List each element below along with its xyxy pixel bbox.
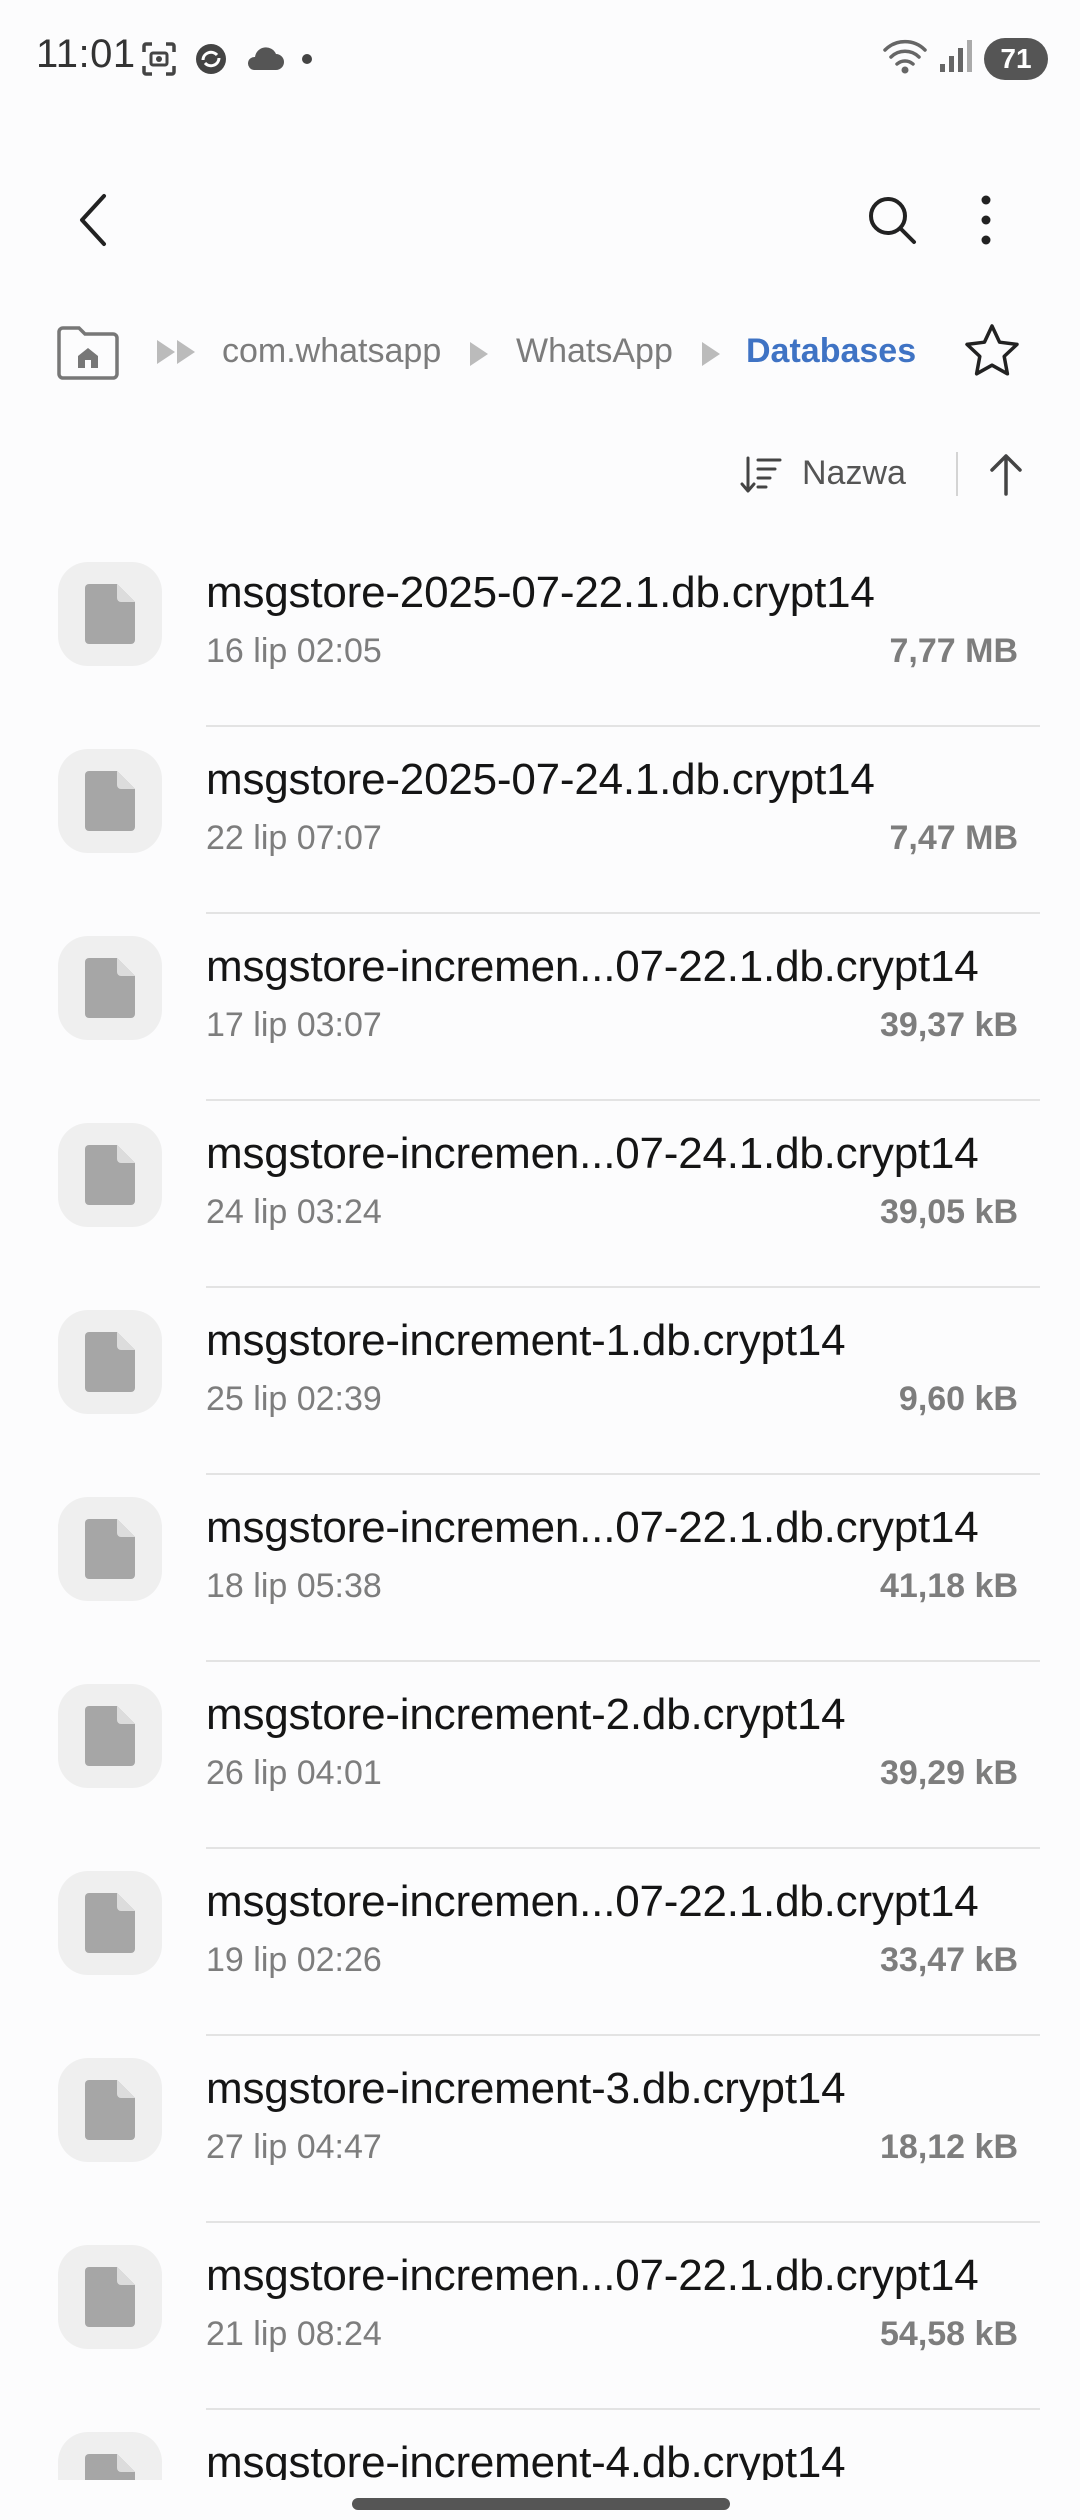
file-icon xyxy=(85,771,135,831)
file-icon xyxy=(85,1519,135,1579)
file-date: 18 lip 05:38 xyxy=(206,1567,382,1605)
file-thumbnail[interactable] xyxy=(58,1871,162,1975)
signal-icon xyxy=(938,38,974,79)
file-size: 9,60 kB xyxy=(898,1380,1018,1418)
file-name: msgstore-incremen...07-22.1.db.crypt14 xyxy=(206,1503,979,1552)
file-size: 7,47 MB xyxy=(889,819,1019,857)
file-date: 26 lip 04:01 xyxy=(206,1754,382,1792)
app-bar xyxy=(0,170,1080,270)
file-name: msgstore-increment-1.db.crypt14 xyxy=(206,1316,846,1365)
file-row[interactable]: msgstore-incremen...07-24.1.db.crypt14 24… xyxy=(0,1101,1080,1288)
breadcrumb-separator-icon xyxy=(700,340,722,373)
file-icon xyxy=(85,1145,135,1205)
more-options-button[interactable] xyxy=(946,180,1026,260)
file-name: msgstore-increment-2.db.crypt14 xyxy=(206,1690,846,1739)
file-name: msgstore-2025-07-24.1.db.crypt14 xyxy=(206,755,875,804)
back-button[interactable] xyxy=(54,180,134,260)
file-name: msgstore-2025-07-22.1.db.crypt14 xyxy=(206,568,875,617)
file-name: msgstore-incremen...07-22.1.db.crypt14 xyxy=(206,942,979,991)
star-icon xyxy=(965,324,1019,376)
home-indicator[interactable] xyxy=(352,2498,730,2510)
file-thumbnail[interactable] xyxy=(58,2058,162,2162)
breadcrumb-item-com-whatsapp[interactable]: com.whatsapp xyxy=(222,332,441,371)
breadcrumb-item-databases[interactable]: Databases xyxy=(746,332,916,371)
favorite-button[interactable] xyxy=(960,320,1024,384)
sync-icon xyxy=(192,40,230,78)
file-date: 17 lip 03:07 xyxy=(206,1006,382,1044)
arrow-up-icon xyxy=(990,454,1022,496)
file-icon xyxy=(85,958,135,1018)
file-row[interactable]: msgstore-increment-1.db.crypt14 25 lip 02… xyxy=(0,1288,1080,1475)
status-bar: 11:01 71 xyxy=(0,0,1080,120)
file-size: 54,58 kB xyxy=(880,2315,1018,2353)
sort-divider xyxy=(956,452,958,496)
file-icon xyxy=(85,584,135,644)
notification-icons xyxy=(140,40,314,78)
dot-icon xyxy=(300,52,314,66)
sort-icon xyxy=(740,456,782,493)
breadcrumb: com.whatsapp WhatsApp Databases xyxy=(0,310,1080,400)
file-icon xyxy=(85,1706,135,1766)
more-vert-icon xyxy=(981,195,991,245)
file-size: 39,37 kB xyxy=(880,1006,1018,1044)
file-icon xyxy=(85,2267,135,2327)
file-date: 21 lip 08:24 xyxy=(206,2315,382,2353)
file-row[interactable]: msgstore-incremen...07-22.1.db.crypt14 17… xyxy=(0,914,1080,1101)
system-icons: 71 xyxy=(882,36,1048,81)
file-list: msgstore-2025-07-22.1.db.crypt14 16 lip 0… xyxy=(0,540,1080,2520)
file-row[interactable]: msgstore-increment-3.db.crypt14 27 lip 04… xyxy=(0,2036,1080,2223)
file-row[interactable]: msgstore-2025-07-24.1.db.crypt14 22 lip 0… xyxy=(0,727,1080,914)
wifi-icon xyxy=(882,36,928,81)
file-size: 39,05 kB xyxy=(880,1193,1018,1231)
breadcrumb-item-whatsapp[interactable]: WhatsApp xyxy=(516,332,673,371)
cloud-icon xyxy=(244,44,286,74)
file-thumbnail[interactable] xyxy=(58,562,162,666)
file-date: 25 lip 02:39 xyxy=(206,1380,382,1418)
home-folder-icon xyxy=(57,326,119,380)
file-row[interactable]: msgstore-incremen...07-22.1.db.crypt14 19… xyxy=(0,1849,1080,2036)
search-icon xyxy=(869,197,916,244)
sort-bar: Nazwa xyxy=(0,440,1080,510)
file-thumbnail[interactable] xyxy=(58,2245,162,2349)
file-size: 39,29 kB xyxy=(880,1754,1018,1792)
file-date: 22 lip 07:07 xyxy=(206,819,382,857)
file-thumbnail[interactable] xyxy=(58,1684,162,1788)
sort-button[interactable] xyxy=(738,452,784,503)
file-date: 24 lip 03:24 xyxy=(206,1193,382,1231)
breadcrumb-home[interactable] xyxy=(54,322,122,382)
file-thumbnail[interactable] xyxy=(58,1123,162,1227)
file-name: msgstore-incremen...07-24.1.db.crypt14 xyxy=(206,1129,979,1178)
sort-direction-button[interactable] xyxy=(984,448,1028,505)
file-row[interactable]: msgstore-increment-2.db.crypt14 26 lip 04… xyxy=(0,1662,1080,1849)
file-thumbnail[interactable] xyxy=(58,936,162,1040)
file-size: 41,18 kB xyxy=(880,1567,1018,1605)
file-name: msgstore-incremen...07-22.1.db.crypt14 xyxy=(206,2251,979,2300)
search-button[interactable] xyxy=(852,180,932,260)
file-name: msgstore-incremen...07-22.1.db.crypt14 xyxy=(206,1877,979,1926)
breadcrumb-separator-icon xyxy=(468,340,490,373)
file-size: 7,77 MB xyxy=(889,632,1019,670)
file-icon xyxy=(85,1332,135,1392)
file-date: 19 lip 02:26 xyxy=(206,1941,382,1979)
collapsed-path-icon[interactable] xyxy=(155,338,199,371)
file-row[interactable]: msgstore-incremen...07-22.1.db.crypt14 21… xyxy=(0,2223,1080,2410)
sort-label[interactable]: Nazwa xyxy=(802,454,906,493)
file-size: 33,47 kB xyxy=(880,1941,1018,1979)
file-name: msgstore-increment-3.db.crypt14 xyxy=(206,2064,846,2113)
file-size: 18,12 kB xyxy=(880,2128,1018,2166)
file-row[interactable]: msgstore-incremen...07-22.1.db.crypt14 18… xyxy=(0,1475,1080,1662)
file-icon xyxy=(85,2080,135,2140)
chevron-left-icon xyxy=(80,194,106,246)
battery-indicator: 71 xyxy=(984,37,1048,80)
file-thumbnail[interactable] xyxy=(58,749,162,853)
file-thumbnail[interactable] xyxy=(58,1497,162,1601)
file-date: 16 lip 02:05 xyxy=(206,632,382,670)
screenshot-icon xyxy=(140,40,178,78)
file-date: 27 lip 04:47 xyxy=(206,2128,382,2166)
status-time: 11:01 xyxy=(36,32,136,76)
file-thumbnail[interactable] xyxy=(58,1310,162,1414)
file-row[interactable]: msgstore-2025-07-22.1.db.crypt14 16 lip 0… xyxy=(0,540,1080,727)
file-icon xyxy=(85,1893,135,1953)
